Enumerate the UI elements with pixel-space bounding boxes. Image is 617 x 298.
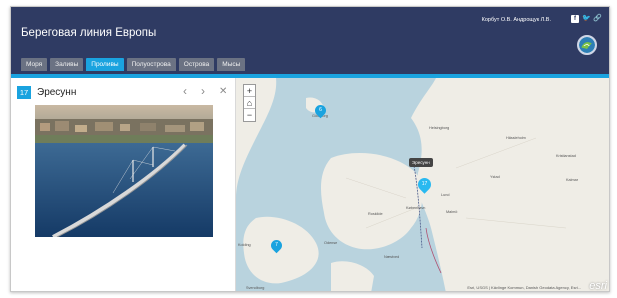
tab-capes[interactable]: Мысы: [217, 58, 246, 71]
place-photo: [35, 105, 213, 237]
header: Береговая линия Европы Корбут О.В. Андро…: [11, 7, 609, 74]
map-label: København: [406, 206, 426, 210]
map-label: Helsingborg: [429, 126, 450, 130]
category-tabs: Моря Заливы Проливы Полуострова Острова …: [21, 58, 246, 71]
map-pin[interactable]: 7: [268, 237, 285, 254]
tab-peninsulas[interactable]: Полуострова: [126, 58, 176, 71]
facebook-icon[interactable]: f: [571, 15, 579, 23]
map-pin-active[interactable]: 17: [415, 175, 434, 194]
link-icon[interactable]: 🔗: [593, 15, 602, 23]
pin-label: 17: [421, 181, 428, 187]
pin-label: 7: [275, 242, 278, 248]
map-label: Ystad: [490, 175, 500, 179]
map-pin[interactable]: 6: [312, 102, 329, 119]
social-links: f 🐦 🔗: [571, 15, 602, 23]
app-logo: [577, 35, 597, 55]
map-label: Kristianstad: [556, 154, 576, 158]
close-button[interactable]: ✕: [219, 86, 227, 97]
map-tooltip: Эресунн: [409, 158, 433, 167]
zoom-out-button[interactable]: −: [244, 109, 255, 121]
tab-islands[interactable]: Острова: [178, 58, 215, 71]
map-label: Svendborg: [246, 286, 265, 290]
map-label: Lund: [441, 193, 450, 197]
map-view[interactable]: + ⌂ − Göteborg Helsingborg Kristianstad …: [236, 78, 609, 292]
place-number-badge: 17: [17, 86, 31, 99]
zoom-controls: + ⌂ −: [243, 84, 256, 122]
app-window: Береговая линия Европы Корбут О.В. Андро…: [10, 6, 610, 292]
map-label: Odense: [324, 241, 338, 245]
next-button[interactable]: ›: [201, 84, 205, 98]
prev-button[interactable]: ‹: [183, 84, 187, 98]
map-label: Kalmar: [566, 178, 579, 182]
tab-bays[interactable]: Заливы: [50, 58, 84, 71]
place-title: Эресунн: [37, 87, 77, 98]
map-label: Malmö: [446, 210, 458, 214]
map-label: Hässleholm: [506, 136, 526, 140]
pin-label: 6: [319, 107, 322, 113]
tab-straits[interactable]: Проливы: [86, 58, 124, 71]
zoom-in-button[interactable]: +: [244, 85, 255, 97]
tab-seas[interactable]: Моря: [21, 58, 48, 71]
authors-text: Корбут О.В. Андрощук Л.В.: [481, 17, 551, 23]
map-label: Næstved: [384, 255, 400, 259]
twitter-icon[interactable]: 🐦: [582, 15, 591, 23]
map-label: Kolding: [238, 243, 251, 247]
details-panel: 17 Эресунн ‹ › ✕: [11, 78, 236, 291]
esri-logo: esri: [589, 280, 607, 292]
map-label: Roskilde: [368, 212, 383, 216]
home-button[interactable]: ⌂: [244, 97, 255, 109]
app-title: Береговая линия Европы: [21, 27, 157, 39]
map-attribution[interactable]: Esri, USGS | Kävlinge Kommun, Danish Geo…: [467, 285, 581, 290]
